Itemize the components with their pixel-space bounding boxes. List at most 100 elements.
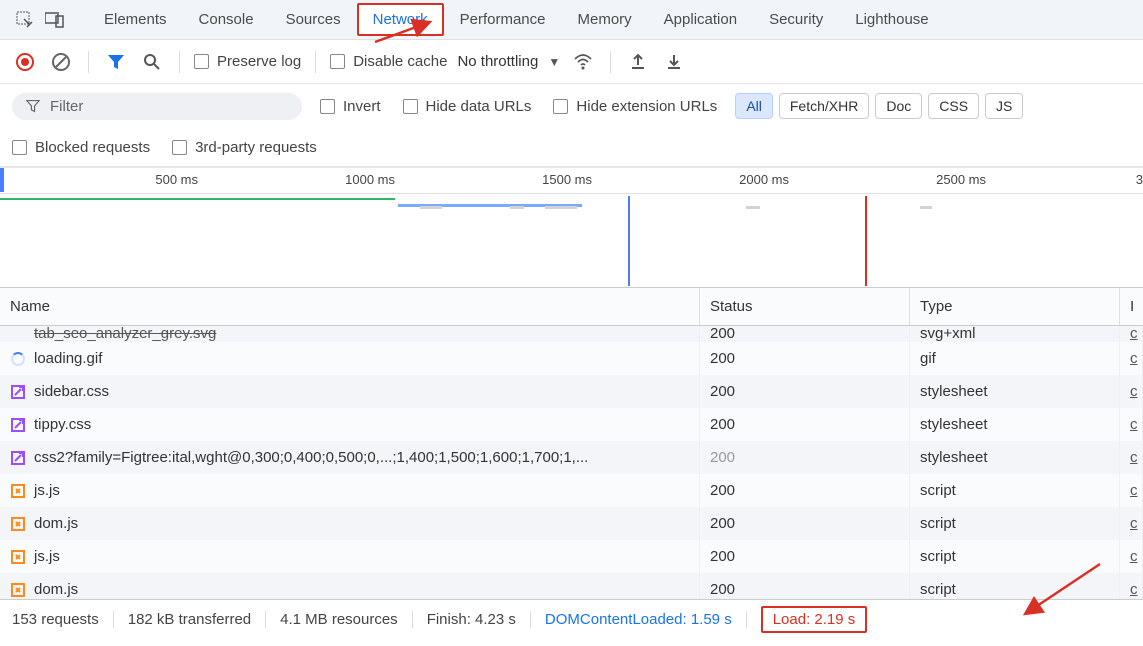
tab-memory[interactable]: Memory [562, 3, 648, 36]
request-name: js.js [34, 548, 60, 565]
request-status: 200 [700, 375, 910, 408]
col-name[interactable]: Name [0, 288, 700, 325]
resources-size: 4.1 MB resources [266, 611, 413, 628]
table-row[interactable]: loading.gif200gifc [0, 342, 1143, 375]
network-conditions-icon[interactable] [570, 49, 596, 75]
funnel-icon [26, 99, 40, 113]
record-button[interactable] [12, 49, 38, 75]
tab-sources[interactable]: Sources [270, 3, 357, 36]
search-icon[interactable] [139, 49, 165, 75]
request-type: svg+xml [910, 326, 1120, 342]
tab-elements[interactable]: Elements [88, 3, 183, 36]
tab-performance[interactable]: Performance [444, 3, 562, 36]
upload-icon[interactable] [625, 49, 651, 75]
filter-bar-2: Blocked requests 3rd-party requests [0, 128, 1143, 168]
table-row[interactable]: dom.js200scriptc [0, 573, 1143, 599]
request-type: stylesheet [910, 375, 1120, 408]
request-table: tab_seo_analyzer_grey.svg200svg+xmlcload… [0, 326, 1143, 599]
blocked-requests-checkbox[interactable]: Blocked requests [12, 139, 150, 156]
clear-button[interactable] [48, 49, 74, 75]
request-type: script [910, 474, 1120, 507]
tab-console[interactable]: Console [183, 3, 270, 36]
request-status: 200 [700, 408, 910, 441]
request-initiator: c [1120, 408, 1143, 441]
request-name: dom.js [34, 581, 78, 598]
request-type: stylesheet [910, 441, 1120, 474]
disable-cache-checkbox[interactable]: Disable cache [330, 53, 447, 70]
preserve-log-checkbox[interactable]: Preserve log [194, 53, 301, 70]
request-status: 200 [700, 540, 910, 573]
request-name: dom.js [34, 515, 78, 532]
request-status: 200 [700, 573, 910, 599]
table-row[interactable]: tippy.css 200stylesheetc [0, 408, 1143, 441]
chevron-down-icon: ▼ [548, 55, 560, 69]
filter-pill-doc[interactable]: Doc [875, 93, 922, 119]
third-party-checkbox[interactable]: 3rd-party requests [172, 139, 317, 156]
throttling-select[interactable]: No throttling ▼ [457, 53, 560, 70]
request-type: script [910, 540, 1120, 573]
filter-pill-js[interactable]: JS [985, 93, 1023, 119]
script-icon [10, 549, 26, 565]
table-row[interactable]: css2?family=Figtree:ital,wght@0,300;0,40… [0, 441, 1143, 474]
request-status: 200 [700, 474, 910, 507]
request-initiator: c [1120, 507, 1143, 540]
request-type: script [910, 573, 1120, 599]
request-name: js.js [34, 482, 60, 499]
hide-extension-urls-checkbox[interactable]: Hide extension URLs [553, 98, 717, 115]
tab-security[interactable]: Security [753, 3, 839, 36]
table-row[interactable]: dom.js 200scriptc [0, 507, 1143, 540]
timeline-overview[interactable]: 500 ms1000 ms1500 ms2000 ms2500 ms3 [0, 168, 1143, 288]
tab-application[interactable]: Application [648, 3, 753, 36]
timeline-tick: 3 [1136, 172, 1143, 187]
loading-icon [10, 351, 26, 367]
inspect-icon[interactable] [14, 9, 36, 31]
request-status: 200 [700, 326, 910, 342]
hide-data-urls-checkbox[interactable]: Hide data URLs [403, 98, 532, 115]
stylesheet-icon [10, 450, 26, 466]
request-type: script [910, 507, 1120, 540]
request-initiator: c [1120, 540, 1143, 573]
timeline-tick: 500 ms [155, 172, 198, 187]
filter-pill-fetch-xhr[interactable]: Fetch/XHR [779, 93, 869, 119]
request-name: sidebar.css [34, 383, 109, 400]
col-initiator[interactable]: I [1120, 288, 1143, 325]
table-row[interactable]: sidebar.css 200stylesheetc [0, 375, 1143, 408]
script-icon [10, 483, 26, 499]
stylesheet-icon [10, 384, 26, 400]
load-time: Load: 2.19 s [761, 606, 868, 633]
request-type: stylesheet [910, 408, 1120, 441]
filter-input[interactable]: Filter [12, 93, 302, 120]
request-name: tippy.css [34, 416, 91, 433]
request-name: css2?family=Figtree:ital,wght@0,300;0,40… [34, 449, 588, 466]
col-status[interactable]: Status [700, 288, 910, 325]
request-status: 200 [700, 342, 910, 375]
table-row[interactable]: js.js200scriptc [0, 474, 1143, 507]
request-status: 200 [700, 441, 910, 474]
filter-pill-all[interactable]: All [735, 93, 773, 119]
devtools-tabs: ElementsConsoleSourcesNetworkPerformance… [0, 0, 1143, 40]
filter-pill-css[interactable]: CSS [928, 93, 979, 119]
table-row[interactable]: js.js 200scriptc [0, 540, 1143, 573]
script-icon [10, 582, 26, 598]
finish-time: Finish: 4.23 s [413, 611, 531, 628]
table-row[interactable]: tab_seo_analyzer_grey.svg200svg+xmlc [0, 326, 1143, 342]
transferred-size: 182 kB transferred [114, 611, 266, 628]
tab-network[interactable]: Network [357, 3, 444, 36]
download-icon[interactable] [661, 49, 687, 75]
status-bar: 153 requests 182 kB transferred 4.1 MB r… [0, 599, 1143, 639]
request-status: 200 [700, 507, 910, 540]
tab-lighthouse[interactable]: Lighthouse [839, 3, 944, 36]
request-initiator: c [1120, 441, 1143, 474]
timeline-tick: 1500 ms [542, 172, 592, 187]
script-icon [10, 516, 26, 532]
request-initiator: c [1120, 375, 1143, 408]
col-type[interactable]: Type [910, 288, 1120, 325]
device-icon[interactable] [44, 9, 66, 31]
filter-icon[interactable] [103, 49, 129, 75]
stylesheet-icon [10, 417, 26, 433]
timeline-tick: 2000 ms [739, 172, 789, 187]
file-icon [10, 326, 26, 342]
request-initiator: c [1120, 342, 1143, 375]
request-name: loading.gif [34, 350, 102, 367]
invert-checkbox[interactable]: Invert [320, 98, 381, 115]
